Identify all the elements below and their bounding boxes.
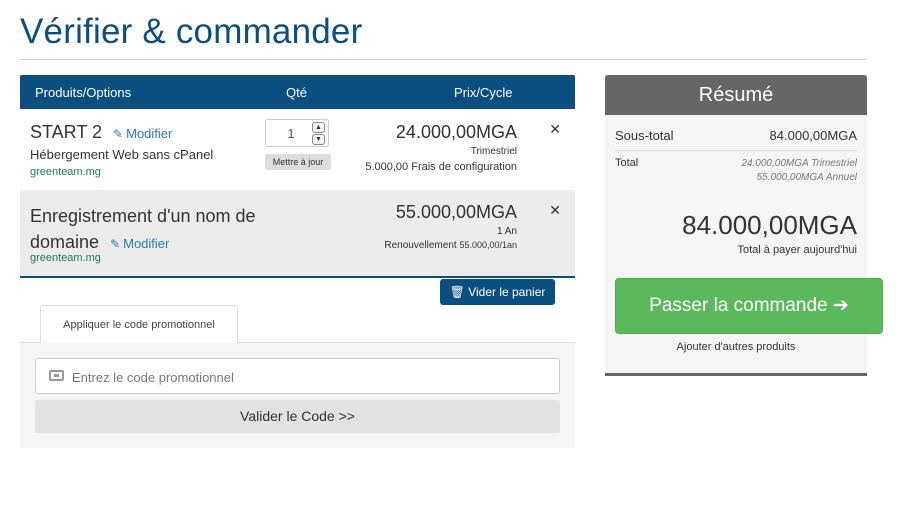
arrow-right-icon: ➔ bbox=[832, 295, 849, 316]
checkout-button[interactable]: Passer la commande ➔ bbox=[615, 278, 883, 334]
empty-cart-button[interactable]: 🗑 Vider le panier bbox=[440, 279, 555, 305]
update-button[interactable]: Mettre à jour bbox=[265, 154, 331, 170]
item-name-line: START 2 ✎ Modifier bbox=[30, 122, 172, 143]
recurring-quarterly: 24.000,00MGA Trimestriel bbox=[741, 158, 857, 169]
item-domain: greenteam.mg bbox=[30, 252, 101, 264]
summary-divider bbox=[615, 150, 857, 151]
cart-item: START 2 ✎ Modifier Hébergement Web sans c… bbox=[20, 109, 575, 190]
promo-panel: Valider le Code >> bbox=[20, 343, 575, 448]
subtotal-label: Sous-total bbox=[615, 128, 674, 143]
pencil-icon: ✎ bbox=[110, 237, 121, 251]
validate-code-button[interactable]: Valider le Code >> bbox=[35, 400, 560, 433]
header-products: Produits/Options bbox=[35, 85, 132, 100]
promo-tabs: Appliquer le code promotionnel bbox=[20, 305, 575, 344]
quantity-value[interactable]: 1 bbox=[266, 126, 316, 141]
summary-title: Résumé bbox=[605, 75, 867, 115]
trash-icon: 🗑 bbox=[449, 285, 465, 299]
cart-header: Produits/Options Qté Prix/Cycle bbox=[20, 75, 575, 109]
ticket-icon bbox=[49, 370, 64, 381]
item-domain: greenteam.mg bbox=[30, 166, 101, 178]
cart-item: Enregistrement d'un nom de domaine ✎ Modi… bbox=[20, 190, 575, 278]
item-price: 24.000,00MGA bbox=[395, 122, 517, 142]
renewal-label: Renouvellement bbox=[384, 240, 457, 251]
chevron-up-icon[interactable]: ▲ bbox=[312, 122, 325, 133]
edit-link[interactable]: ✎ Modifier bbox=[110, 236, 169, 251]
close-icon[interactable]: ✕ bbox=[549, 121, 561, 138]
add-more-products-link[interactable]: Ajouter d'autres produits bbox=[605, 341, 867, 353]
item-name: START 2 bbox=[30, 122, 103, 142]
item-renewal: Renouvellement 55.000,00/1an bbox=[384, 240, 517, 251]
recurring-totals: 24.000,00MGA Trimestriel 55.000,00MGA An… bbox=[741, 157, 857, 185]
item-setup-fee: 5.000,00 Frais de configuration bbox=[365, 161, 517, 173]
promo-field[interactable] bbox=[35, 358, 560, 394]
item-name-line: Enregistrement d'un nom de domaine ✎ Modi… bbox=[30, 203, 300, 257]
page-title: Vérifier & commander bbox=[20, 12, 363, 51]
renewal-price: 55.000,00/1an bbox=[459, 240, 517, 250]
chevron-down-icon[interactable]: ▼ bbox=[312, 134, 325, 145]
tab-promo-code[interactable]: Appliquer le code promotionnel bbox=[40, 305, 238, 344]
cart-table: Produits/Options Qté Prix/Cycle START 2 … bbox=[20, 75, 575, 278]
item-description: Hébergement Web sans cPanel bbox=[30, 147, 214, 162]
item-period: 1 An bbox=[496, 226, 517, 237]
item-price: 55.000,00MGA bbox=[395, 202, 517, 222]
close-icon[interactable]: ✕ bbox=[549, 202, 561, 219]
total-label: Total bbox=[615, 157, 639, 169]
edit-link[interactable]: ✎ Modifier bbox=[113, 126, 172, 141]
recurring-annual: 55.000,00MGA Annuel bbox=[756, 172, 857, 183]
header-qty: Qté bbox=[286, 85, 307, 100]
header-price: Prix/Cycle bbox=[454, 85, 513, 100]
item-cycle: Trimestriel bbox=[470, 146, 517, 157]
promo-code-input[interactable] bbox=[72, 367, 542, 387]
quantity-stepper[interactable]: 1 ▲ ▼ bbox=[265, 119, 329, 147]
total-due: 84.000,00MGA bbox=[682, 210, 857, 240]
subtotal-value: 84.000,00MGA bbox=[769, 128, 857, 143]
pencil-icon: ✎ bbox=[113, 127, 124, 141]
title-divider bbox=[20, 59, 867, 60]
total-due-caption: Total à payer aujourd'hui bbox=[737, 244, 857, 256]
